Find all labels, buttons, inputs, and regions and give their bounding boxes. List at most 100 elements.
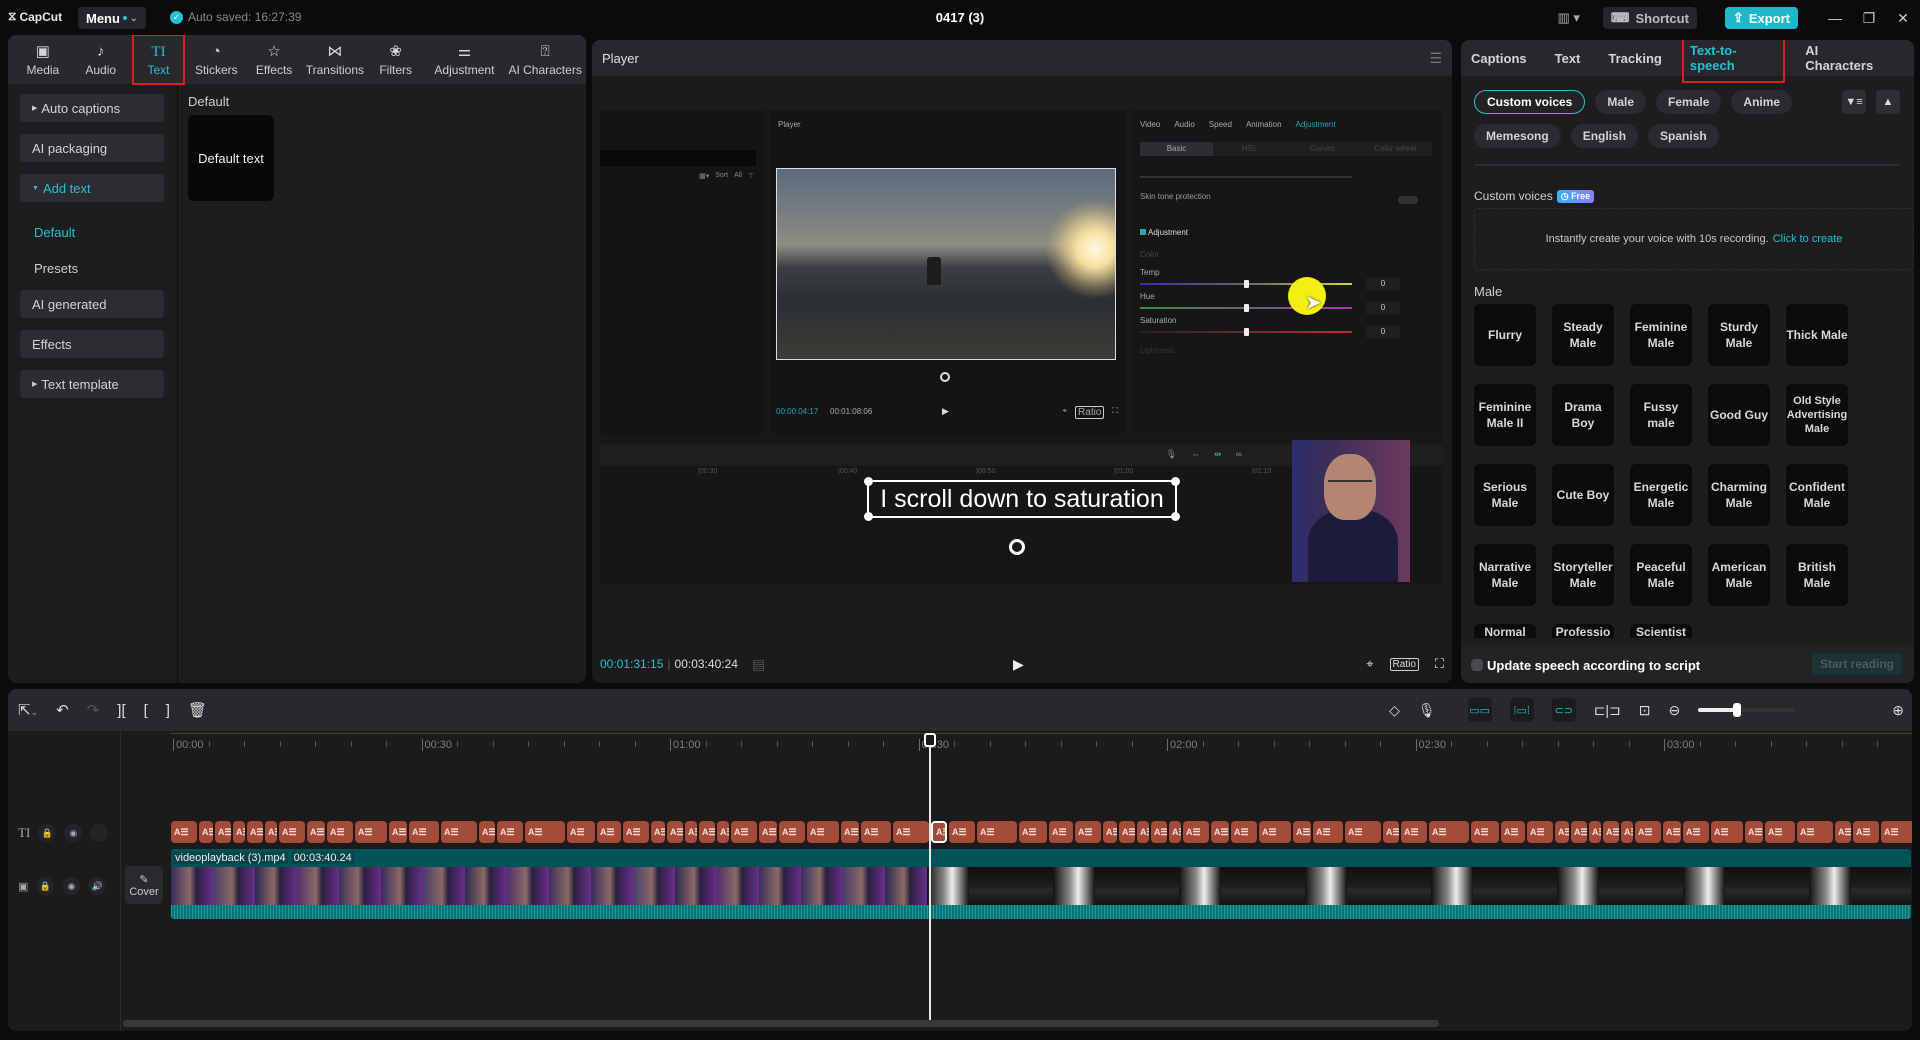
tab-text-to-speech[interactable]: Text-to-speech (1681, 40, 1786, 83)
caption-clip[interactable]: A☰ (409, 821, 439, 843)
tab-stickers[interactable]: ◔ Stickers (187, 35, 245, 84)
nav-auto-captions[interactable]: ▶ Auto captions (20, 94, 164, 122)
chip-memesong[interactable]: Memesong (1474, 124, 1561, 148)
undo-icon[interactable]: ↶ (56, 701, 69, 719)
playhead-handle[interactable] (924, 733, 936, 747)
caption-clip[interactable]: A☰ (1501, 821, 1525, 843)
tab-text[interactable]: Text (1555, 51, 1581, 66)
caption-clip[interactable]: A☰ (597, 821, 621, 843)
voice-card[interactable]: Thick Male (1786, 304, 1848, 366)
tab-effects[interactable]: ☆ Effects (245, 35, 303, 84)
caption-clip[interactable]: A☰ (307, 821, 325, 843)
caption-clip[interactable]: A☰ (1429, 821, 1469, 843)
caption-clip[interactable]: A☰ (1231, 821, 1257, 843)
voice-card[interactable]: American Male (1708, 544, 1770, 606)
voice-card[interactable]: Old Style Advertising Male (1786, 384, 1848, 446)
voice-card[interactable]: Cute Boy (1552, 464, 1614, 526)
filter-sort-icon[interactable]: ▼≡ (1842, 90, 1866, 114)
tab-media[interactable]: ▣ Media (14, 35, 72, 84)
minimize-icon[interactable]: — (1818, 10, 1852, 26)
nav-ai-packaging[interactable]: AI packaging (20, 134, 164, 162)
rotate-handle-icon[interactable] (1009, 539, 1025, 555)
nav-default[interactable]: Default (20, 214, 177, 250)
chip-female[interactable]: Female (1656, 90, 1722, 114)
caption-clip[interactable]: A☰ (1765, 821, 1795, 843)
zoom-slider-knob[interactable] (1732, 703, 1741, 717)
caption-clip[interactable]: A☰ (1589, 821, 1601, 843)
tab-text[interactable]: TI Text (130, 35, 188, 85)
auto-snap-icon[interactable]: ⁞▭⁞ (1509, 698, 1534, 722)
resize-handle[interactable] (1171, 477, 1180, 486)
voice-card[interactable]: Peaceful Male (1630, 544, 1692, 606)
caption-text-box[interactable]: I scroll down to saturation (864, 477, 1180, 521)
split-icon[interactable]: ][ (117, 702, 125, 719)
maximize-icon[interactable]: ❐ (1852, 10, 1886, 27)
caption-clip[interactable]: A☰ (247, 821, 263, 843)
close-icon[interactable]: ✕ (1886, 10, 1920, 27)
eye-icon[interactable]: ◉ (62, 877, 81, 895)
click-to-create-link[interactable]: Click to create (1773, 233, 1843, 245)
voice-card[interactable]: Feminine Male (1630, 304, 1692, 366)
caption-clip[interactable]: A☰ (1527, 821, 1553, 843)
resize-handle[interactable] (864, 512, 873, 521)
fullscreen-icon[interactable]: ⛶ (1435, 656, 1444, 672)
nav-ai-generated[interactable]: AI generated (20, 290, 164, 318)
caption-clip[interactable]: A☰ (1075, 821, 1101, 843)
caption-clip[interactable]: A☰ (1151, 821, 1167, 843)
menu-icon[interactable]: ☰ (1429, 50, 1442, 67)
caption-clip[interactable]: A☰ (199, 821, 213, 843)
eye-icon[interactable]: ◉ (64, 824, 83, 842)
caption-clip[interactable]: A☰ (731, 821, 757, 843)
caption-clip[interactable]: A☰ (1471, 821, 1499, 843)
caption-clip[interactable]: A☰ (1571, 821, 1587, 843)
caption-clip[interactable]: A☰ (233, 821, 245, 843)
caption-clip[interactable]: A☰ (215, 821, 231, 843)
trim-left-icon[interactable]: [ (144, 702, 148, 719)
collapse-icon[interactable]: ▲ (1876, 90, 1900, 114)
ai-keyframe-icon[interactable]: ◇ (1389, 702, 1400, 719)
voice-card[interactable]: Narrative Male (1474, 544, 1536, 606)
caption-clip[interactable]: A☰ (1119, 821, 1135, 843)
play-button[interactable]: ▶ (1013, 656, 1024, 673)
delete-icon[interactable]: 🗑 (188, 701, 207, 719)
voice-card[interactable]: Storyteller Male (1552, 544, 1614, 606)
caption-clip[interactable]: A☰ (1103, 821, 1117, 843)
caption-clip[interactable]: A☰ (1345, 821, 1381, 843)
caption-clip[interactable]: A☰ (685, 821, 697, 843)
caption-clip[interactable]: A☰ (1183, 821, 1209, 843)
nav-add-text[interactable]: ▼ Add text (20, 174, 164, 202)
caption-clip[interactable]: A☰ (1711, 821, 1743, 843)
caption-clip[interactable]: A☰ (1313, 821, 1343, 843)
caption-clip[interactable]: A☰ (1683, 821, 1709, 843)
export-button[interactable]: ⇪ Export (1724, 7, 1798, 29)
caption-clip[interactable]: A☰ (807, 821, 839, 843)
timeline-zoom-slider[interactable] (1698, 703, 1795, 717)
caption-clip[interactable]: A☰ (759, 821, 777, 843)
voice-card[interactable]: Steady Male (1552, 304, 1614, 366)
chip-anime[interactable]: Anime (1731, 90, 1793, 114)
voice-card[interactable]: Charming Male (1708, 464, 1770, 526)
caption-clip[interactable]: A☰ (441, 821, 477, 843)
timeline-ruler[interactable]: 00:0000:3001:0001:3002:0002:3003:00 (8, 731, 1912, 759)
caption-clip[interactable]: A☰ (861, 821, 891, 843)
caption-clip[interactable]: A☰ (1835, 821, 1851, 843)
trim-right-icon[interactable]: ] (166, 702, 170, 719)
caption-clip[interactable]: A☰ (623, 821, 649, 843)
caption-clip[interactable]: A☰ (1555, 821, 1569, 843)
voice-card[interactable]: Sturdy Male (1708, 304, 1770, 366)
chip-male[interactable]: Male (1595, 90, 1647, 114)
tab-tracking[interactable]: Tracking (1608, 51, 1661, 66)
nav-effects[interactable]: Effects (20, 330, 164, 358)
resize-handle[interactable] (1171, 512, 1180, 521)
lock-icon[interactable]: 🔒 (36, 877, 55, 895)
voice-card[interactable]: Energetic Male (1630, 464, 1692, 526)
cover-button[interactable]: ✎ Cover (125, 866, 163, 904)
tab-ai-characters[interactable]: AI Characters (1805, 43, 1886, 73)
caption-clip[interactable]: A☰ (1663, 821, 1681, 843)
tab-adjustment[interactable]: ⚌ Adjustment (425, 35, 505, 84)
tab-transitions[interactable]: ⋈ Transitions (303, 35, 367, 84)
voice-card-partial[interactable]: Professio (1552, 624, 1614, 638)
caption-clip[interactable]: A☰ (1259, 821, 1291, 843)
default-text-card[interactable]: Default text (188, 115, 274, 201)
caption-clip[interactable]: A☰ (1621, 821, 1633, 843)
